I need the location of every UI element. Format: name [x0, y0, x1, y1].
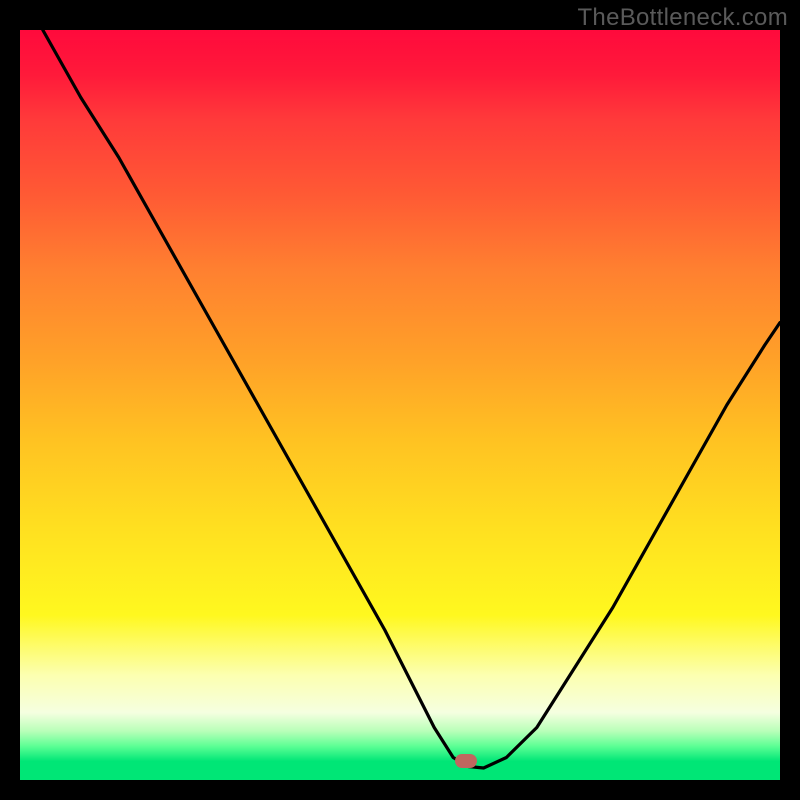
- chart-frame: TheBottleneck.com: [0, 0, 800, 800]
- bottleneck-curve: [20, 30, 780, 780]
- curve-path: [43, 30, 780, 768]
- plot-area: [20, 30, 780, 780]
- optimum-marker: [455, 754, 477, 768]
- watermark-text: TheBottleneck.com: [577, 4, 788, 32]
